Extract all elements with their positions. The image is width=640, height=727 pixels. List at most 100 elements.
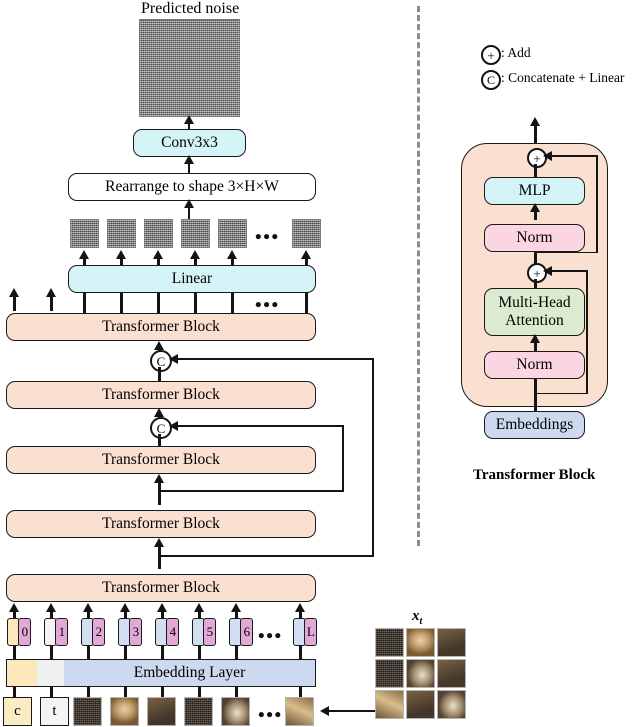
embed-to-token-line [124, 646, 127, 660]
token-index-half: 6 [240, 618, 254, 646]
token-to-tb-head [231, 603, 242, 612]
tb-to-linear-connector [305, 292, 308, 313]
skip-outer-horizontal [178, 358, 374, 360]
token-to-tb-head [46, 603, 57, 612]
arrow-conv-to-noise-head [183, 115, 194, 124]
xt-grid-patch [375, 659, 404, 688]
tb-to-linear-connector [157, 292, 160, 313]
transformer-block-top[interactable]: Transformer Block [6, 313, 316, 341]
legend-concat-symbol: C [486, 73, 495, 87]
transformer-block-4[interactable]: Transformer Block [6, 446, 316, 474]
norm-top-block[interactable]: Norm [484, 224, 585, 252]
output-patch [181, 219, 210, 248]
token-pair[interactable]: 2 [81, 618, 106, 646]
skip-outer-arrowhead [169, 354, 178, 365]
xt-grid-patch [375, 628, 404, 657]
token-pair[interactable]: 6 [229, 618, 254, 646]
embeddings-to-norm-shaft [534, 379, 537, 411]
arrow-patches-to-rearrange-head [183, 199, 194, 208]
multi-head-attention-block[interactable]: Multi-Head Attention [484, 288, 585, 336]
input-timestep-box[interactable]: t [40, 697, 69, 726]
linear-out-head [153, 250, 164, 259]
norm-top-label: Norm [516, 229, 553, 246]
transformer-block-caption: Transformer Block [473, 467, 596, 483]
xt-to-patches-shaft [329, 710, 375, 713]
legend-concat-text: : Concatenate + Linear [501, 70, 625, 85]
input-condition-label: c [14, 703, 21, 719]
xt-grid-patch [437, 690, 466, 719]
concat1-up-head [154, 408, 165, 417]
skip-inner-vertical [342, 425, 344, 493]
linear-out-head [301, 250, 312, 259]
embed-to-token-line [87, 646, 90, 660]
tb-to-linear-connector [120, 292, 123, 313]
norm-bottom-block[interactable]: Norm [484, 351, 585, 379]
concat2-down-shaft [158, 367, 161, 381]
xt-grid-patch [437, 628, 466, 657]
output-patch [70, 219, 99, 248]
residual-attn-vertical [586, 270, 588, 395]
transformer-block-3[interactable]: Transformer Block [6, 510, 316, 538]
token-to-tb-head [157, 603, 168, 612]
token-pair[interactable]: 0 [7, 618, 32, 646]
input-patch-ellipsis: ••• [258, 705, 283, 726]
mlp-to-add-shaft [534, 164, 537, 177]
residual-attn-source [534, 392, 588, 395]
token-to-tb-head [120, 603, 131, 612]
transformer-block-5[interactable]: Transformer Block [6, 381, 316, 409]
input-image-patch [285, 697, 314, 726]
output-patch [144, 219, 173, 248]
mlp-block[interactable]: MLP [484, 177, 585, 205]
legend-add-icon: + [481, 45, 501, 65]
input-condition-box[interactable]: c [3, 697, 32, 726]
conv3x3-block[interactable]: Conv3x3 [133, 129, 246, 157]
embedding-layer[interactable]: Embedding Layer [6, 659, 316, 687]
transformer-block-bottom[interactable]: Transformer Block [6, 574, 316, 602]
token-pair[interactable]: 5 [192, 618, 217, 646]
normtop-to-mlp-head [530, 203, 541, 212]
embed-to-token-line [235, 646, 238, 660]
token-pair[interactable]: 3 [118, 618, 143, 646]
tb-to-linear-connector [194, 292, 197, 313]
token-index-half: 4 [166, 618, 180, 646]
legend-concat-icon: C [481, 70, 501, 90]
linear-block[interactable]: Linear [68, 265, 316, 293]
input-image-patch [147, 697, 176, 726]
embedding-layer-label: Embedding Layer [133, 664, 246, 681]
attention-label-line2: Attention [505, 312, 564, 329]
input-timestep-label: t [52, 703, 57, 719]
embed-to-token-line [161, 646, 164, 660]
xt-grid-patch [406, 659, 435, 688]
concat2-up-head [154, 341, 165, 350]
linear-out-head [227, 250, 238, 259]
output-patch-ellipsis: ••• [255, 227, 280, 248]
rearrange-block[interactable]: Rearrange to shape 3×H×W [68, 173, 316, 201]
arrow-rearrange-to-conv-head [183, 155, 194, 164]
skip-inner-horizontal [178, 425, 344, 427]
skip-outer-vertical [372, 358, 374, 558]
token-index-half: 0 [18, 618, 32, 646]
xt-subscript: t [419, 616, 423, 627]
xt-symbol: x [412, 608, 420, 624]
embed-to-token-line [13, 646, 16, 660]
linear-out-head [190, 250, 201, 259]
token-pair[interactable]: 1 [44, 618, 69, 646]
normbottom-to-mha-head [530, 334, 541, 343]
block-output-head [530, 117, 541, 126]
conv3x3-label: Conv3x3 [161, 134, 218, 151]
token-pair[interactable]: 4 [155, 618, 180, 646]
tb2-to-tb3-shaft [158, 547, 161, 569]
token-ellipsis: ••• [258, 626, 283, 647]
input-image-patch [221, 697, 250, 726]
xt-grid-patch [437, 659, 466, 688]
transformer-block-label: Transformer Block [102, 318, 220, 335]
input-image-patch [73, 697, 102, 726]
output-patch [107, 219, 136, 248]
embeddings-block[interactable]: Embeddings [484, 411, 585, 439]
token-pair[interactable]: L [293, 618, 318, 646]
xt-grid-patch [406, 690, 435, 719]
transformer-block-label: Transformer Block [102, 579, 220, 596]
panel-divider [417, 6, 420, 546]
embed-to-token-line [50, 646, 53, 660]
norm-bottom-label: Norm [516, 356, 553, 373]
